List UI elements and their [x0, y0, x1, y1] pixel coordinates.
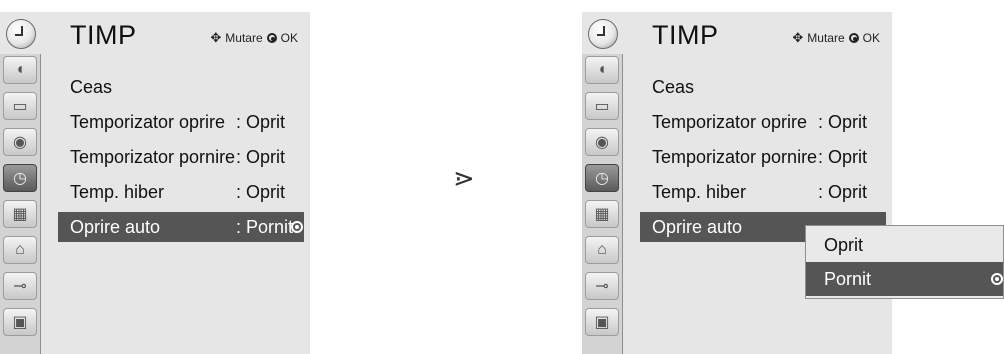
clock-icon[interactable]: ◷: [585, 164, 619, 192]
menu-item-label: Temporizator oprire: [70, 112, 226, 132]
sidebar: ◖ ▭ ◉ ◷ ▦ ⌂ ⊸ ▣: [582, 54, 623, 354]
move-hint-label: Mutare: [807, 31, 845, 45]
selection-radio-icon: [291, 221, 303, 233]
step-arrow: ⋗: [453, 163, 475, 193]
menu-item-temporizator-pornire[interactable]: Temporizator pornire : Oprit: [640, 142, 886, 172]
nav-hint: ✥ Mutare OK: [210, 30, 298, 46]
option-label: Oprit: [824, 235, 864, 255]
menu-item-value: : Oprit: [818, 147, 868, 167]
menu-item-temp-hiber[interactable]: Temp. hiber : Oprit: [640, 177, 886, 207]
menu-item-label: Temporizator pornire: [70, 147, 236, 167]
menu-item-oprire-auto[interactable]: Oprire auto : Pornit: [58, 212, 304, 242]
menu-panel-left: TIMP ✥ Mutare OK ◖ ▭ ◉ ◷ ▦ ⌂ ⊸ ▣ Ceas Te…: [0, 12, 310, 354]
input-plug-icon[interactable]: ⊸: [3, 272, 37, 300]
clock-icon: [6, 19, 36, 49]
menu-item-ceas[interactable]: Ceas: [640, 72, 886, 102]
monitor-icon[interactable]: ▭: [3, 92, 37, 120]
menu-item-value: : Pornit: [236, 217, 294, 237]
ok-button-icon: [848, 33, 859, 43]
speaker-icon[interactable]: ◉: [585, 128, 619, 156]
menu-item-label: Oprire auto: [652, 217, 743, 237]
menu-item-value: : Oprit: [236, 182, 286, 202]
nav-hint: ✥ Mutare OK: [792, 30, 880, 46]
clock-icon: [588, 19, 618, 49]
speaker-icon[interactable]: ◉: [3, 128, 37, 156]
menu-item-label: Ceas: [70, 77, 113, 97]
option-label: Pornit: [824, 269, 872, 289]
option-oprit[interactable]: Oprit: [806, 228, 1003, 262]
move-hint-label: Mutare: [225, 31, 263, 45]
calendar-icon[interactable]: ▦: [3, 200, 37, 228]
menu-item-temp-hiber[interactable]: Temp. hiber : Oprit: [58, 177, 304, 207]
menu-item-temporizator-pornire[interactable]: Temporizator pornire : Oprit: [58, 142, 304, 172]
lock-icon[interactable]: ⌂: [3, 236, 37, 264]
menu-item-label: Temporizator oprire: [652, 112, 808, 132]
ok-button-icon: [266, 33, 277, 43]
menu-item-value: : Oprit: [818, 182, 868, 202]
menu-item-label: Oprire auto: [70, 217, 161, 237]
menu-item-label: Temp. hiber: [70, 182, 165, 202]
menu-item-label: Ceas: [652, 77, 695, 97]
menu-item-value: : Oprit: [236, 112, 286, 132]
selection-radio-icon: [991, 273, 1003, 285]
menu-item-label: Temp. hiber: [652, 182, 747, 202]
menu-title: TIMP: [70, 20, 137, 50]
four-way-arrow-icon: ✥: [792, 30, 804, 45]
menu-item-temporizator-oprire[interactable]: Temporizator oprire : Oprit: [58, 107, 304, 137]
photo-icon[interactable]: ▣: [585, 308, 619, 336]
sidebar: ◖ ▭ ◉ ◷ ▦ ⌂ ⊸ ▣: [0, 54, 41, 354]
menu-panel-right: TIMP ✥ Mutare OK ◖ ▭ ◉ ◷ ▦ ⌂ ⊸ ▣ Ceas Te…: [582, 12, 892, 354]
satellite-dish-icon[interactable]: ◖: [585, 56, 619, 84]
oprire-auto-options-popup: Oprit Pornit: [805, 225, 1004, 299]
menu-item-ceas[interactable]: Ceas: [58, 72, 304, 102]
menu-item-value: : Oprit: [818, 112, 868, 132]
menu-item-label: Temporizator pornire: [652, 147, 818, 167]
calendar-icon[interactable]: ▦: [585, 200, 619, 228]
four-way-arrow-icon: ✥: [210, 30, 222, 45]
monitor-icon[interactable]: ▭: [585, 92, 619, 120]
menu-title: TIMP: [652, 20, 719, 50]
ok-hint-label: OK: [280, 31, 298, 45]
input-plug-icon[interactable]: ⊸: [585, 272, 619, 300]
option-pornit[interactable]: Pornit: [806, 262, 1003, 296]
lock-icon[interactable]: ⌂: [585, 236, 619, 264]
photo-icon[interactable]: ▣: [3, 308, 37, 336]
satellite-dish-icon[interactable]: ◖: [3, 56, 37, 84]
clock-icon[interactable]: ◷: [3, 164, 37, 192]
menu-item-temporizator-oprire[interactable]: Temporizator oprire : Oprit: [640, 107, 886, 137]
ok-hint-label: OK: [862, 31, 880, 45]
menu-item-value: : Oprit: [236, 147, 286, 167]
